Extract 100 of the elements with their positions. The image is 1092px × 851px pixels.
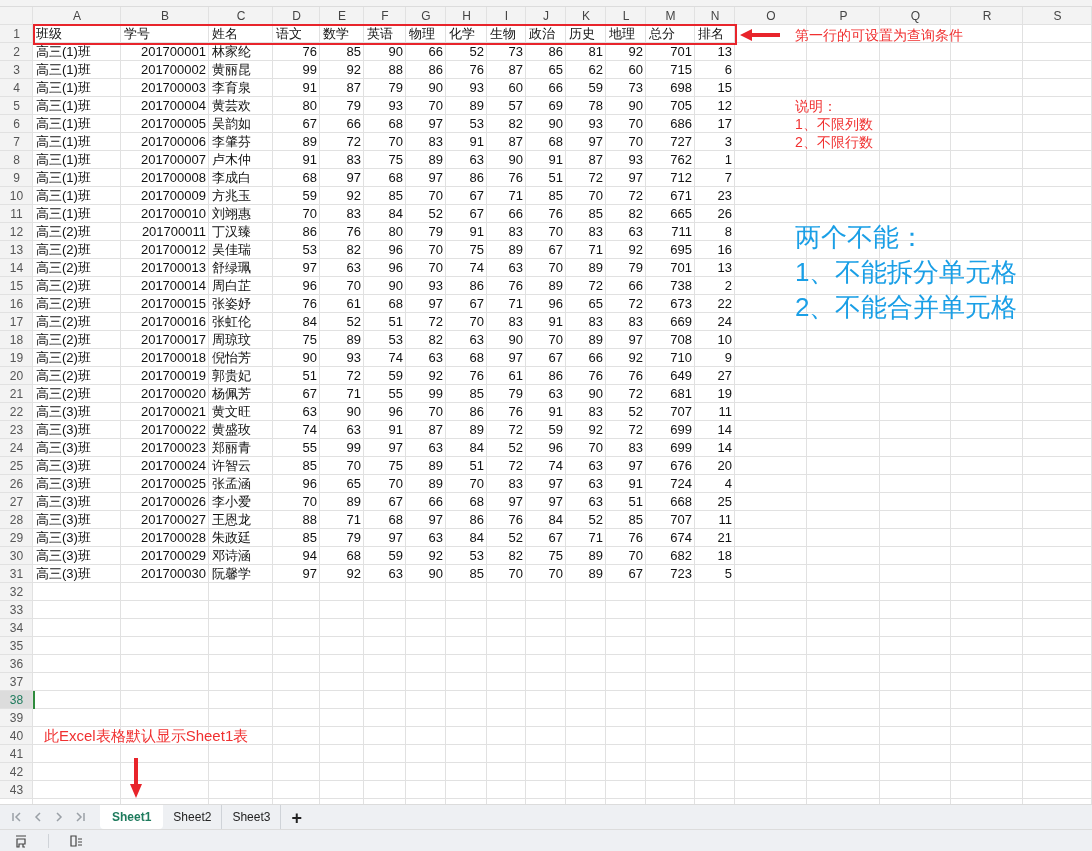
row-header[interactable]: 18 — [0, 331, 33, 349]
table-cell-text: 97 — [301, 259, 318, 277]
table-cell-text: 70 — [345, 277, 362, 295]
row-header[interactable]: 8 — [0, 151, 33, 169]
row-header[interactable]: 31 — [0, 565, 33, 583]
table-cell-text: 97 — [547, 493, 564, 511]
row-header[interactable]: 2 — [0, 43, 33, 61]
row-header[interactable]: 1 — [0, 25, 33, 43]
row-header[interactable]: 39 — [0, 709, 33, 727]
table-cell-text: 76 — [301, 295, 318, 313]
table-cell-text: 712 — [669, 169, 693, 187]
table-cell-text: 63 — [427, 349, 444, 367]
last-sheet-icon[interactable] — [74, 811, 86, 823]
row-header[interactable]: 27 — [0, 493, 33, 511]
row-header[interactable]: 40 — [0, 727, 33, 745]
row-header[interactable]: 24 — [0, 439, 33, 457]
row-header[interactable]: 35 — [0, 637, 33, 655]
row-header[interactable]: 32 — [0, 583, 33, 601]
column-header[interactable]: D — [273, 7, 320, 25]
first-sheet-icon[interactable] — [11, 811, 23, 823]
column-header[interactable]: H — [446, 7, 487, 25]
column-header[interactable]: F — [364, 7, 406, 25]
table-cell-text: 6 — [723, 61, 733, 79]
table-cell-text: 68 — [301, 169, 318, 187]
row-header[interactable]: 36 — [0, 655, 33, 673]
row-header[interactable]: 23 — [0, 421, 33, 439]
table-cell-text: 72 — [627, 187, 644, 205]
row-header[interactable]: 21 — [0, 385, 33, 403]
macro-icon[interactable] — [14, 833, 28, 848]
column-header[interactable]: E — [320, 7, 364, 25]
row-header[interactable]: 30 — [0, 547, 33, 565]
table-cell-text: 高三(1)班 — [35, 43, 92, 61]
column-header[interactable]: K — [566, 7, 606, 25]
column-header[interactable]: I — [487, 7, 526, 25]
row-header[interactable]: 41 — [0, 745, 33, 763]
column-header[interactable]: Q — [880, 7, 951, 25]
row-header[interactable]: 37 — [0, 673, 33, 691]
row-header[interactable]: 28 — [0, 511, 33, 529]
row-header[interactable]: 7 — [0, 133, 33, 151]
row-header[interactable]: 4 — [0, 79, 33, 97]
table-cell-text: 李成白 — [211, 169, 252, 187]
row-header[interactable]: 29 — [0, 529, 33, 547]
table-cell-text: 91 — [547, 313, 564, 331]
row-header[interactable]: 38 — [0, 691, 33, 709]
row-header[interactable]: 33 — [0, 601, 33, 619]
row-header[interactable]: 10 — [0, 187, 33, 205]
row-header[interactable]: 19 — [0, 349, 33, 367]
add-sheet-button[interactable]: + — [281, 805, 312, 829]
row-header[interactable]: 25 — [0, 457, 33, 475]
column-header[interactable]: L — [606, 7, 646, 25]
table-cell-text: 96 — [547, 295, 564, 313]
row-header[interactable]: 15 — [0, 277, 33, 295]
table-cell-text: 85 — [345, 43, 362, 61]
outline-icon[interactable] — [69, 833, 83, 848]
table-cell-text: 97 — [387, 439, 404, 457]
table-cell-text: 89 — [301, 133, 318, 151]
row-header[interactable]: 3 — [0, 61, 33, 79]
column-header[interactable]: O — [735, 7, 807, 25]
select-all-corner[interactable] — [0, 7, 33, 25]
row-header[interactable]: 11 — [0, 205, 33, 223]
row-header[interactable]: 14 — [0, 259, 33, 277]
sheet-tab[interactable]: Sheet1 — [100, 805, 164, 829]
row-header[interactable]: 13 — [0, 241, 33, 259]
column-header[interactable]: S — [1023, 7, 1092, 25]
row-header[interactable]: 5 — [0, 97, 33, 115]
column-header[interactable]: P — [807, 7, 880, 25]
column-header[interactable]: C — [209, 7, 273, 25]
table-cell-text: 高三(2)班 — [35, 349, 92, 367]
column-header[interactable]: N — [695, 7, 735, 25]
row-header[interactable]: 12 — [0, 223, 33, 241]
table-cell-text: 26 — [716, 205, 733, 223]
row-header[interactable]: 20 — [0, 367, 33, 385]
table-cell-text: 67 — [468, 205, 485, 223]
previous-sheet-icon[interactable] — [32, 811, 44, 823]
column-header[interactable]: A — [33, 7, 121, 25]
row-header[interactable]: 43 — [0, 781, 33, 799]
column-header[interactable]: M — [646, 7, 695, 25]
table-cell-text: 黄文旺 — [211, 403, 252, 421]
column-header[interactable]: J — [526, 7, 566, 25]
row-header[interactable]: 6 — [0, 115, 33, 133]
row-header[interactable]: 9 — [0, 169, 33, 187]
table-cell-text: 92 — [345, 187, 362, 205]
table-cell-text: 20 — [716, 457, 733, 475]
row-header[interactable]: 22 — [0, 403, 33, 421]
row-header[interactable]: 16 — [0, 295, 33, 313]
row-header[interactable]: 42 — [0, 763, 33, 781]
table-cell-text: 201700013 — [139, 259, 207, 277]
row-header[interactable]: 26 — [0, 475, 33, 493]
next-sheet-icon[interactable] — [53, 811, 65, 823]
table-cell-text: 92 — [345, 61, 362, 79]
column-header[interactable]: B — [121, 7, 209, 25]
table-cell-text: 81 — [587, 43, 604, 61]
table-cell-text: 89 — [468, 421, 485, 439]
row-header[interactable]: 17 — [0, 313, 33, 331]
table-cell-text: 201700004 — [139, 97, 207, 115]
column-header[interactable]: G — [406, 7, 446, 25]
row-header[interactable]: 34 — [0, 619, 33, 637]
table-cell-text: 高三(3)班 — [35, 439, 92, 457]
column-header[interactable]: R — [951, 7, 1023, 25]
table-cell-text: 刘翊惠 — [211, 205, 252, 223]
